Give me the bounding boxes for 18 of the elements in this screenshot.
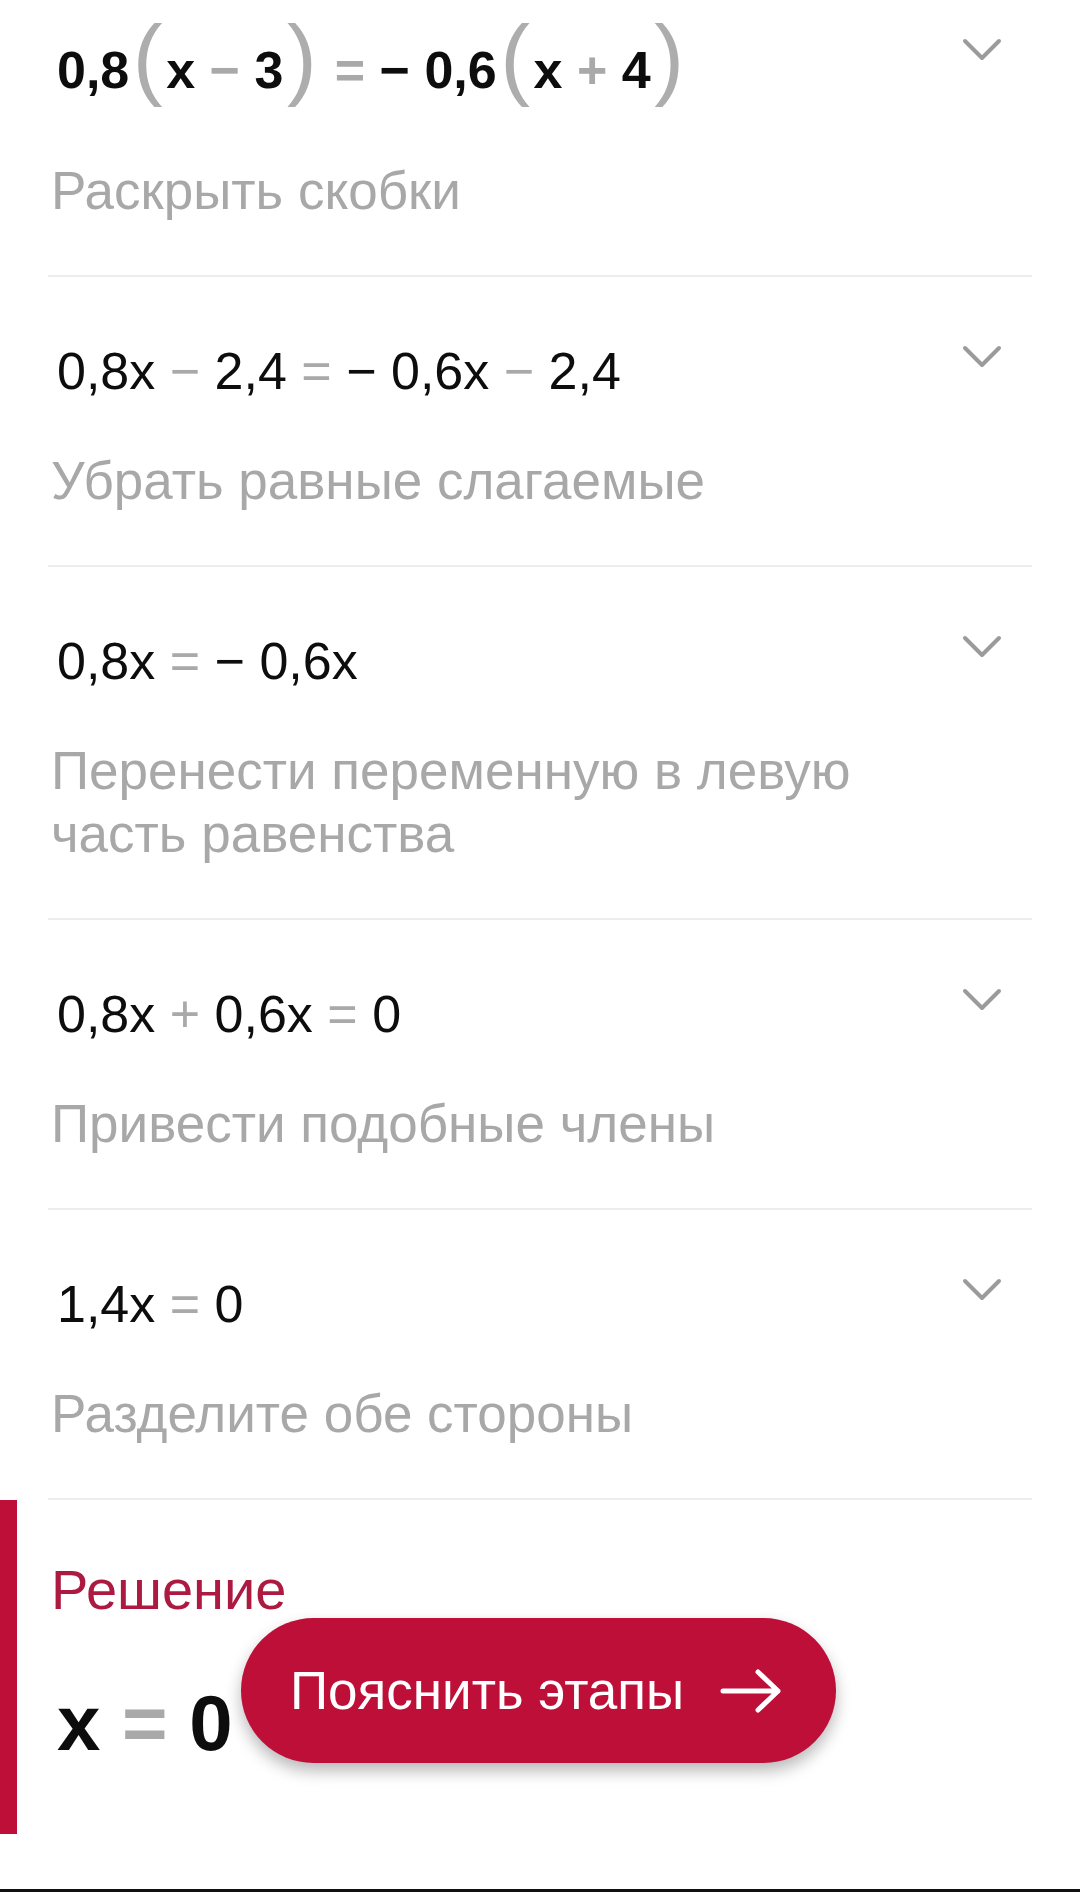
chevron-down-icon[interactable]	[962, 345, 1002, 369]
step-description: Привести подобные члены	[51, 1093, 717, 1155]
explain-steps-button[interactable]: Пояснить этапы	[241, 1618, 837, 1763]
equation-text: 0,8x − 2,4 = − 0,6x − 2,4	[57, 341, 621, 402]
chevron-down-icon[interactable]	[962, 38, 1002, 62]
step-description: Перенести переменную в левую часть равенства	[51, 740, 852, 865]
chevron-down-icon[interactable]	[962, 988, 1002, 1012]
equation-text: 0,8x = − 0,6x	[57, 631, 358, 692]
equation-text: 0,8x + 0,6x = 0	[57, 984, 402, 1045]
equation-text: 0,8(x − 3) = − 0,6(x + 4)	[57, 6, 686, 109]
arrow-right-icon	[720, 1668, 783, 1713]
step-description: Убрать равные слагаемые	[51, 450, 706, 512]
chevron-down-icon[interactable]	[962, 635, 1002, 659]
step-description: Раскрыть скобки	[51, 160, 462, 222]
chevron-down-icon[interactable]	[962, 1278, 1002, 1302]
solution-equation: x = 0	[57, 1678, 233, 1768]
step-description: Разделите обе стороны	[51, 1383, 635, 1445]
equation-text: 1,4x = 0	[57, 1274, 244, 1335]
